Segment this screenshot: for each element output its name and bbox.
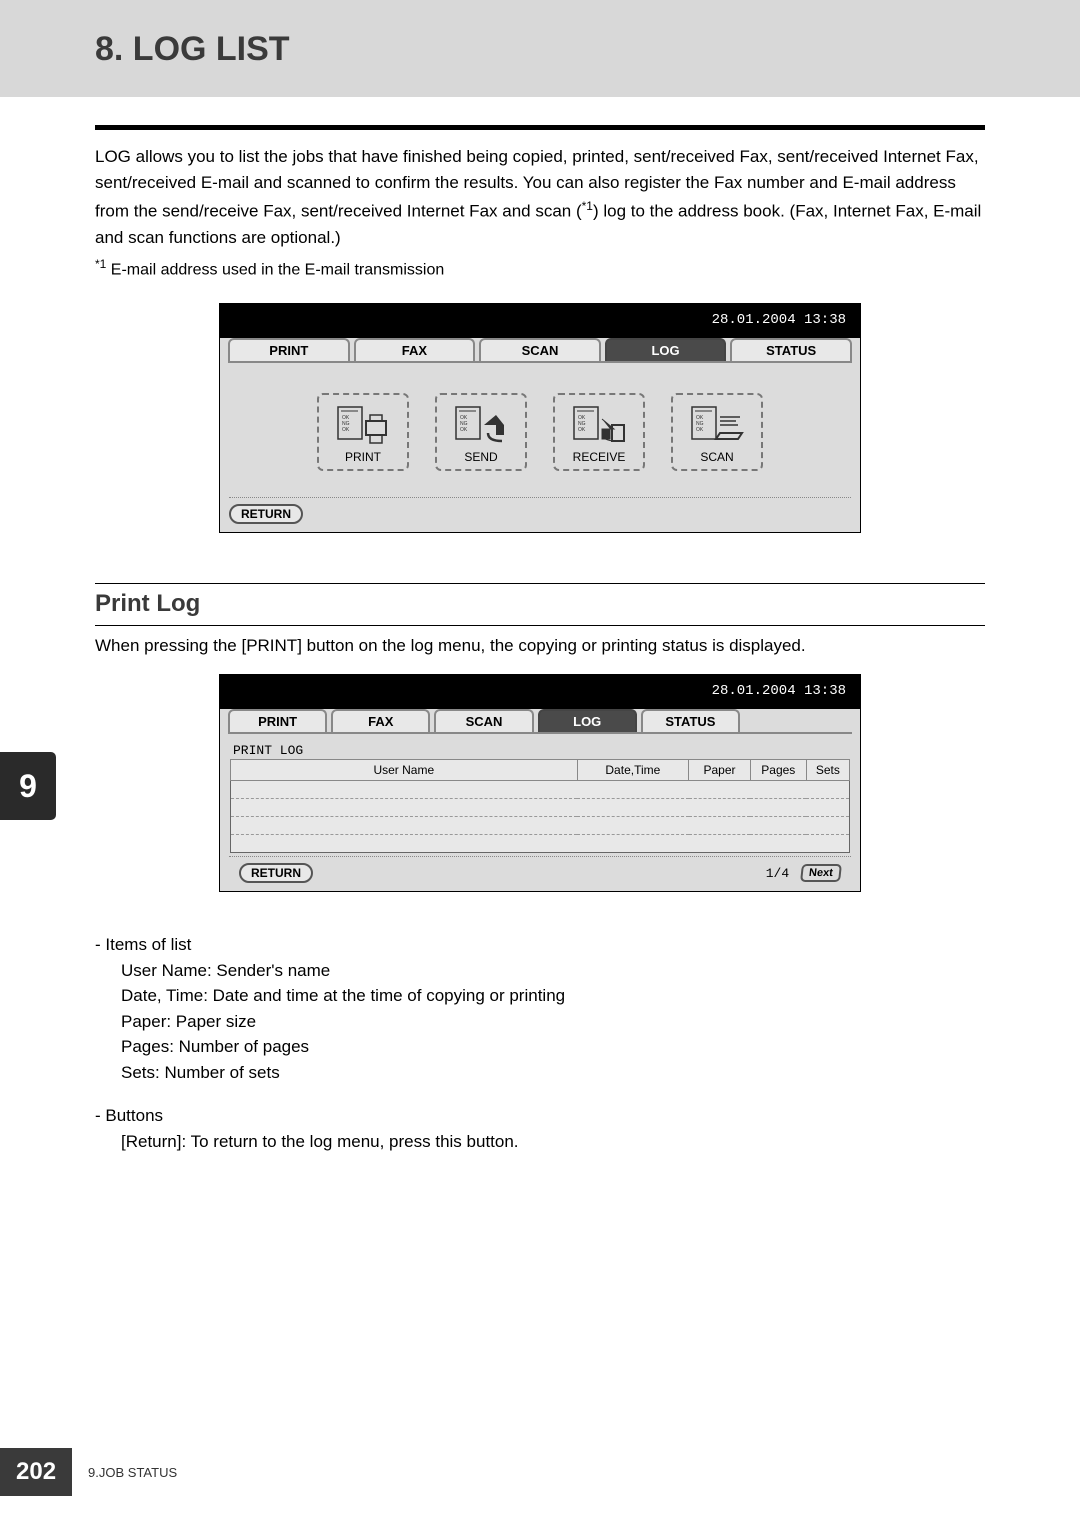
footnote-text: E-mail address used in the E-mail transm… [106,261,444,278]
item-sets: Sets: Number of sets [121,1060,985,1086]
footer-page-number: 202 [0,1448,72,1496]
col-datetime: Date,Time [577,760,688,781]
svg-text:OK: OK [342,427,350,433]
buttons-section: - Buttons [Return]: To return to the log… [95,1103,985,1154]
log-send-button[interactable]: OK NG OK SEND [435,393,527,471]
log-icons-area: OK NG OK PRINT [220,363,860,497]
item-date-time: Date, Time: Date and time at the time of… [121,983,985,1009]
log-scan-button[interactable]: OK NG OK SCAN [671,393,763,471]
screen-frame: 28.01.2004 13:38 PRINT FAX SCAN LOG STAT… [219,303,861,533]
item-user-name: User Name: Sender's name [121,958,985,984]
tab-print-2[interactable]: PRINT [228,709,327,732]
log-print-label: PRINT [323,450,403,464]
col-pages: Pages [750,760,806,781]
tab-log[interactable]: LOG [605,338,727,361]
next-button[interactable]: Next [800,864,842,882]
return-button[interactable]: RETURN [229,504,303,524]
table-row [231,835,850,853]
tab-status-2[interactable]: STATUS [641,709,740,732]
tab-scan-2[interactable]: SCAN [434,709,533,732]
log-scan-label: SCAN [677,450,757,464]
tab-row-2: PRINT FAX SCAN LOG STATUS [220,709,860,732]
footnote-sup: *1 [95,257,106,271]
table-row [231,817,850,835]
col-paper: Paper [689,760,751,781]
section-intro: When pressing the [PRINT] button on the … [95,636,985,656]
print-log-table: User Name Date,Time Paper Pages Sets [230,759,850,853]
intro-sup: *1 [582,199,593,213]
table-row [231,781,850,799]
tab-scan[interactable]: SCAN [479,338,601,361]
tab-status[interactable]: STATUS [730,338,852,361]
print-icon: OK NG OK [323,403,403,447]
section-heading-box: Print Log [95,583,985,626]
scan-icon: OK NG OK [677,403,757,447]
svg-text:OK: OK [460,427,468,433]
chapter-tab: 9 [0,752,56,820]
send-icon: OK NG OK [441,403,521,447]
return-button-2[interactable]: RETURN [239,863,313,883]
tab-fax-2[interactable]: FAX [331,709,430,732]
col-user-name: User Name [231,760,578,781]
footnote: *1 E-mail address used in the E-mail tra… [95,257,985,279]
chapter-number: 9 [19,768,37,805]
screen-frame-2: 28.01.2004 13:38 PRINT FAX SCAN LOG STAT… [219,674,861,892]
screenshot-1-container: 28.01.2004 13:38 PRINT FAX SCAN LOG STAT… [95,303,985,533]
section-heading: Print Log [95,590,985,618]
tab-print[interactable]: PRINT [228,338,350,361]
screen-datetime: 28.01.2004 13:38 [712,312,846,328]
tab-row: PRINT FAX SCAN LOG STATUS [220,338,860,361]
screenshot-2-container: 28.01.2004 13:38 PRINT FAX SCAN LOG STAT… [95,674,985,892]
buttons-heading: - Buttons [95,1103,985,1129]
title-banner: 8. LOG LIST [0,0,1080,97]
items-of-list-section: - Items of list User Name: Sender's name… [95,932,985,1085]
intro-paragraph: LOG allows you to list the jobs that hav… [95,144,985,251]
page-counter: 1/4 [766,866,789,881]
screen-bottom-row: RETURN 1/4 Next [229,856,851,891]
log-receive-button[interactable]: OK NG OK RECEIVE [553,393,645,471]
page-title: 8. LOG LIST [95,30,1010,69]
screen-datetime-2: 28.01.2004 13:38 [712,683,846,699]
item-pages: Pages: Number of pages [121,1034,985,1060]
log-print-button[interactable]: OK NG OK PRINT [317,393,409,471]
tab-log-2[interactable]: LOG [538,709,637,732]
screen-divider [229,497,851,498]
receive-icon: OK NG OK [559,403,639,447]
item-paper: Paper: Paper size [121,1009,985,1035]
table-row [231,799,850,817]
tab-fax[interactable]: FAX [354,338,476,361]
log-send-label: SEND [441,450,521,464]
divider-rule [95,125,985,130]
svg-text:OK: OK [578,427,586,433]
button-return-desc: [Return]: To return to the log menu, pre… [121,1129,985,1155]
page-footer: 202 9.JOB STATUS [0,1448,177,1496]
items-heading: - Items of list [95,932,985,958]
footer-label: 9.JOB STATUS [88,1465,177,1480]
col-sets: Sets [806,760,849,781]
log-receive-label: RECEIVE [559,450,639,464]
svg-text:OK: OK [696,427,704,433]
print-log-subtitle: PRINT LOG [230,740,850,759]
print-log-body: PRINT LOG User Name Date,Time Paper Page… [220,734,860,853]
